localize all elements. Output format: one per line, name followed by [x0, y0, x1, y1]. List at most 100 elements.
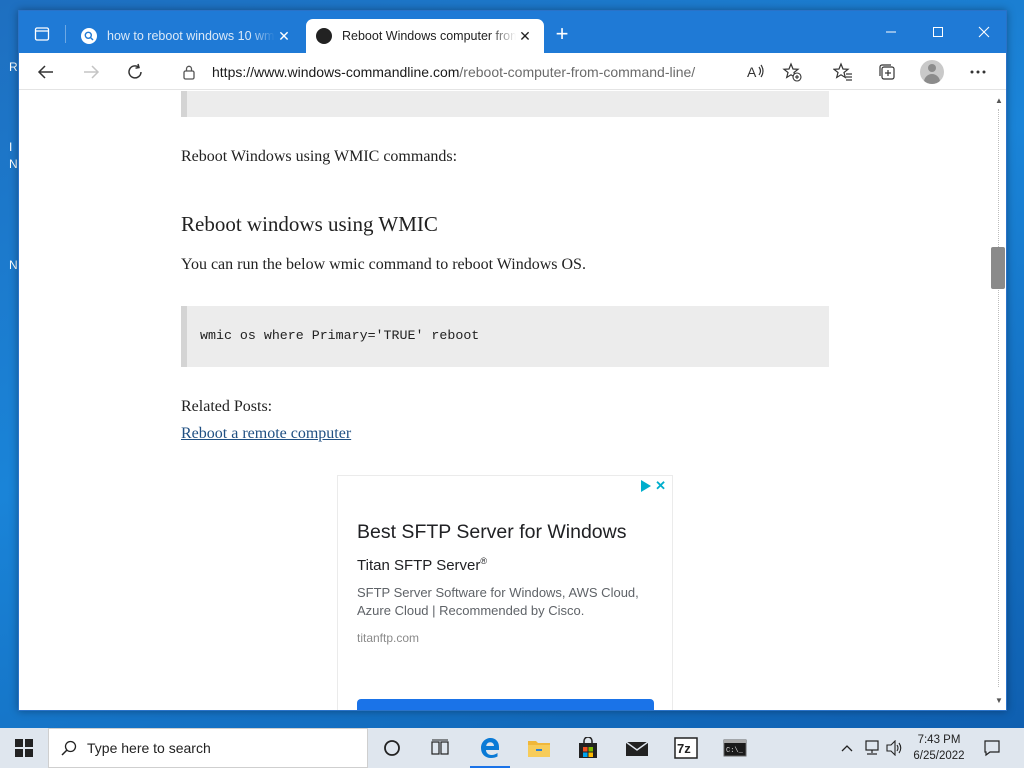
taskbar: Type here to search 7z C:\_ 7:43 PM 6/25… [0, 728, 1024, 768]
desktop-icon-label[interactable]: N [9, 258, 18, 272]
scrollbar-track[interactable] [998, 109, 999, 687]
close-icon [978, 26, 990, 38]
task-view-button[interactable] [416, 728, 464, 768]
command-prompt-button[interactable]: C:\_ [711, 728, 759, 768]
store-button[interactable] [564, 728, 612, 768]
scrollbar-thumb[interactable] [991, 247, 1005, 289]
search-placeholder: Type here to search [87, 740, 211, 756]
registered-mark: ® [480, 556, 488, 566]
maximize-button[interactable] [915, 11, 961, 53]
tab-title: how to reboot windows 10 wmic [107, 29, 275, 43]
desktop-icon-label[interactable]: N [9, 157, 18, 171]
section-heading: Reboot windows using WMIC [181, 212, 438, 236]
tab-close-icon[interactable]: ✕ [275, 27, 293, 45]
svg-text:C:\_: C:\_ [726, 747, 744, 755]
adchoices-icon[interactable]: ✕ [641, 479, 666, 492]
volume-button[interactable] [884, 728, 906, 768]
tab-separator [65, 25, 66, 43]
cortana-icon [384, 740, 400, 756]
speaker-icon [886, 740, 902, 756]
task-view-button[interactable] [368, 728, 416, 768]
code-block-partial [181, 91, 829, 117]
tray-overflow-button[interactable] [838, 728, 856, 768]
mail-icon [625, 741, 649, 756]
vertical-scrollbar[interactable]: ▲ ▼ [990, 91, 1006, 710]
url-text[interactable]: https://www.windows-commandline.com/rebo… [212, 64, 695, 80]
url-domain: https://www.windows-commandline.com [212, 63, 460, 80]
advertisement[interactable]: ✕ Best SFTP Server for Windows Titan SFT… [337, 475, 673, 710]
address-bar[interactable]: https://www.windows-commandline.com/rebo… [176, 56, 808, 87]
more-dots-icon [970, 70, 986, 74]
collections-icon [879, 64, 895, 80]
maximize-icon [933, 27, 943, 37]
forward-arrow-icon [84, 65, 100, 79]
related-post-link[interactable]: Reboot a remote computer [181, 425, 351, 443]
search-favicon-icon [81, 28, 97, 44]
notifications-button[interactable] [980, 728, 1004, 768]
favorites-icon [833, 62, 852, 81]
ad-url[interactable]: titanftp.com [357, 631, 419, 645]
tab-inactive[interactable]: how to reboot windows 10 wmic ✕ [71, 19, 303, 53]
scroll-down-icon[interactable]: ▼ [994, 695, 1004, 705]
paragraph: Reboot Windows using WMIC commands: [181, 148, 458, 165]
profile-avatar[interactable] [920, 60, 944, 84]
clock-time: 7:43 PM [917, 734, 961, 746]
taskbar-clock[interactable]: 7:43 PM 6/25/2022 [904, 732, 974, 764]
back-button[interactable] [31, 57, 61, 87]
edge-taskbar-button[interactable] [466, 728, 514, 768]
minimize-button[interactable] [868, 11, 914, 53]
ad-headline[interactable]: Best SFTP Server for Windows [357, 521, 626, 544]
mail-button[interactable] [613, 728, 661, 768]
search-icon [61, 740, 77, 756]
lock-icon[interactable] [176, 64, 202, 80]
file-explorer-button[interactable] [515, 728, 563, 768]
start-button[interactable] [0, 728, 48, 768]
new-tab-button[interactable]: + [551, 23, 573, 46]
scroll-up-icon[interactable]: ▲ [994, 95, 1004, 105]
close-window-button[interactable] [961, 11, 1006, 53]
windows-logo-icon [15, 739, 33, 757]
read-aloud-button[interactable]: A [741, 57, 771, 87]
taskbar-search-box[interactable]: Type here to search [48, 728, 368, 768]
read-aloud-icon: A [747, 64, 764, 80]
tab-title: Reboot Windows computer from c [342, 29, 516, 43]
network-button[interactable] [861, 728, 883, 768]
tab-actions-icon [34, 27, 50, 41]
url-path: /reboot-computer-from-command-line/ [459, 63, 696, 80]
favorites-button[interactable] [828, 57, 858, 87]
collections-button[interactable] [872, 57, 902, 87]
task-view-icon [431, 739, 449, 755]
browser-window: how to reboot windows 10 wmic ✕ Reboot W… [18, 10, 1007, 711]
settings-more-button[interactable] [963, 57, 993, 87]
tab-close-icon[interactable]: ✕ [516, 27, 534, 45]
edge-icon [481, 738, 499, 758]
7zip-icon: 7z [674, 737, 698, 759]
tab-actions-button[interactable] [31, 23, 53, 45]
tab-active[interactable]: Reboot Windows computer from c ✕ [306, 19, 544, 53]
related-posts-label: Related Posts: [181, 398, 273, 415]
folder-icon [528, 741, 550, 757]
code-block: wmic os where Primary='TRUE' reboot [181, 306, 829, 367]
minimize-icon [886, 31, 896, 33]
desktop-icon-label[interactable]: I [9, 140, 12, 154]
ad-description: SFTP Server Software for Windows, AWS Cl… [357, 585, 639, 618]
ad-advertiser[interactable]: Titan SFTP Server® [357, 556, 487, 574]
add-favorite-button[interactable] [777, 57, 807, 87]
site-favicon-icon [316, 28, 332, 44]
svg-text:7z: 7z [677, 741, 691, 756]
ad-advertiser-name: Titan SFTP Server [357, 557, 481, 574]
store-bag-icon [579, 737, 597, 758]
star-add-icon [782, 62, 802, 82]
desktop-icon-label[interactable]: R [9, 60, 18, 74]
page-content[interactable]: Reboot Windows using WMIC commands: Rebo… [19, 91, 990, 710]
ad-cta-button[interactable] [357, 699, 654, 710]
clock-date: 6/25/2022 [913, 750, 965, 762]
back-arrow-icon [37, 65, 53, 79]
7zip-button[interactable]: 7z [662, 728, 710, 768]
cmd-icon: C:\_ [723, 739, 747, 757]
chevron-up-icon [841, 745, 853, 752]
svg-text:A: A [747, 64, 757, 80]
forward-button[interactable] [76, 57, 106, 87]
refresh-button[interactable] [120, 57, 150, 87]
browser-toolbar: https://www.windows-commandline.com/rebo… [19, 53, 1006, 90]
